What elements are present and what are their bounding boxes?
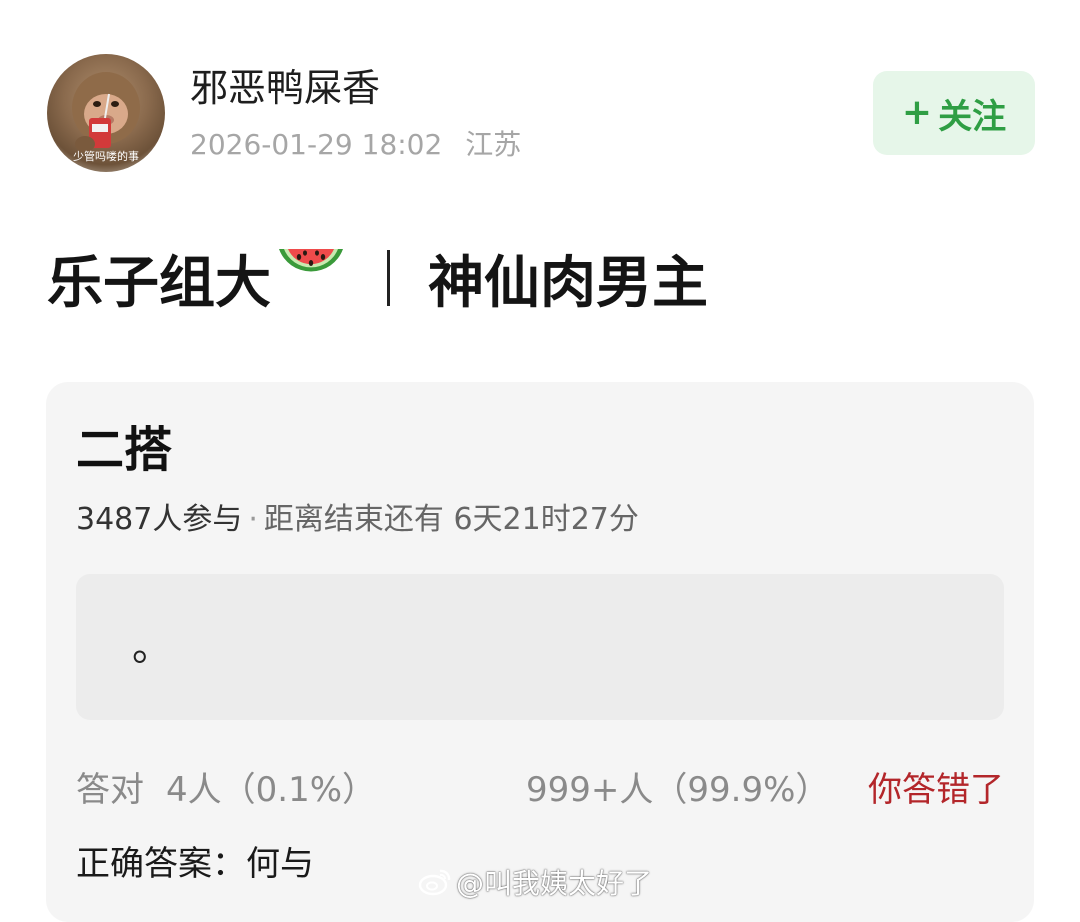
correct-answer-label: 正确答案：: [76, 844, 246, 884]
plus-icon: +: [901, 92, 933, 133]
watermelon-icon: [275, 241, 347, 315]
wrong-answer-label: 你答错了: [868, 770, 1004, 810]
weibo-icon: [418, 869, 451, 896]
correct-label: 答对: [76, 770, 144, 810]
quiz-stats: 3487人参与 · 距离结束还有 6天21时27分: [76, 500, 639, 540]
follow-button[interactable]: + 关注: [873, 71, 1035, 155]
participant-count: 3487人参与: [76, 502, 243, 537]
quiz-title: 二搭: [76, 422, 173, 478]
post-location: 江苏: [465, 128, 522, 161]
watermark: @叫我姨太好了: [418, 862, 652, 902]
quiz-card: 二搭 3487人参与 · 距离结束还有 6天21时27分 。 答对 4人（0.1%） …: [46, 382, 1034, 922]
post-title-right: 神仙肉男主: [428, 250, 708, 316]
avatar-caption: 少管吗喽的事: [73, 150, 139, 163]
quiz-countdown: 距离结束还有 6天21时27分: [263, 502, 639, 537]
correct-answer: 正确答案：何与: [76, 842, 314, 886]
correct-count: 4人（0.1%）: [166, 770, 377, 810]
title-divider: [387, 250, 390, 306]
wrong-count: 999+人（99.9%）: [526, 770, 830, 810]
post-title: 乐子组大 神仙肉男主: [47, 241, 708, 316]
watermark-text: @叫我姨太好了: [456, 867, 653, 900]
quiz-option[interactable]: 。: [76, 574, 1004, 720]
author-avatar[interactable]: 少管吗喽的事: [47, 54, 165, 172]
correct-stat: 答对 4人（0.1%）: [76, 768, 376, 812]
correct-answer-value: 何与: [246, 844, 314, 884]
post-timestamp: 2026-01-29 18:02: [190, 128, 443, 161]
author-name[interactable]: 邪恶鸭屎香: [190, 64, 380, 112]
quiz-option-text: 。: [132, 624, 172, 670]
follow-button-label: 关注: [938, 96, 1007, 137]
stats-separator: ·: [248, 502, 258, 537]
post-title-left: 乐子组大: [47, 250, 271, 316]
post-meta: 2026-01-29 18:02 江苏: [190, 127, 521, 163]
quiz-result-row: 答对 4人（0.1%） 999+人（99.9%） 你答错了: [76, 768, 1004, 812]
